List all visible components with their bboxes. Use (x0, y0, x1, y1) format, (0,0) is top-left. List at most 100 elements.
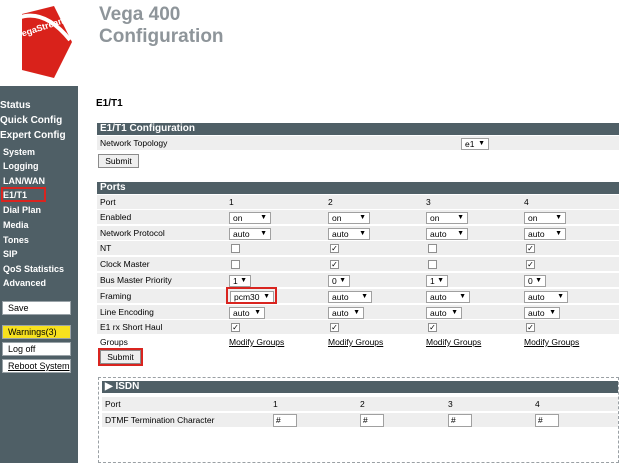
nt-checkbox-port-3[interactable] (428, 244, 437, 253)
dtmf-input-port-2[interactable]: # (360, 414, 384, 427)
ports-submit-button[interactable]: Submit (100, 350, 141, 364)
isdn-port-3-header: 3 (448, 399, 453, 409)
network-protocol-select-port-4[interactable]: auto ▼ (524, 228, 566, 240)
clock-master-checkbox-port-2[interactable]: ✓ (330, 260, 339, 269)
framing-select-port-3[interactable]: auto ▼ (426, 291, 470, 303)
network-protocol-select-port-1[interactable]: auto ▼ (229, 228, 271, 240)
network-protocol-select-port-3[interactable]: auto ▼ (426, 228, 468, 240)
chevron-down-icon: ▼ (478, 140, 485, 147)
nt-checkbox-port-2[interactable]: ✓ (330, 244, 339, 253)
nav-qos-statistics[interactable]: QoS Statistics (3, 264, 64, 274)
clock-master-checkbox-port-3[interactable] (428, 260, 437, 269)
enabled-select-port-2[interactable]: on ▼ (328, 212, 370, 224)
nav-expert-config[interactable]: Expert Config (0, 130, 66, 141)
modify-groups-link-port-3[interactable]: Modify Groups (426, 335, 481, 350)
nav-media[interactable]: Media (3, 220, 29, 230)
nav-quick-config[interactable]: Quick Config (0, 115, 62, 126)
page-title: E1/T1 (96, 98, 123, 109)
framing-select-port-4[interactable]: auto ▼ (524, 291, 568, 303)
nt-label: NT (100, 243, 112, 253)
nav-logging[interactable]: Logging (3, 161, 39, 171)
config-submit-button[interactable]: Submit (98, 154, 139, 168)
bus-master-priority-select-port-4[interactable]: 0 ▼ (524, 275, 546, 287)
short-haul-checkbox-port-4[interactable]: ✓ (526, 323, 535, 332)
bus-master-priority-label: Bus Master Priority (100, 275, 172, 285)
nav-e1t1[interactable]: E1/T1 (3, 190, 27, 200)
chevron-down-icon: ▼ (339, 277, 346, 284)
nt-checkbox-port-1[interactable] (231, 244, 240, 253)
chevron-down-icon: ▼ (260, 230, 267, 237)
isdn-port-2-header: 2 (360, 399, 365, 409)
nav-system[interactable]: System (3, 147, 35, 157)
network-protocol-label: Network Protocol (100, 228, 165, 238)
bus-master-priority-select-port-1[interactable]: 1 ▼ (229, 275, 251, 287)
save-button[interactable]: Save (2, 301, 71, 315)
dtmf-input-port-3[interactable]: # (448, 414, 472, 427)
enabled-select-port-1[interactable]: on ▼ (229, 212, 271, 224)
short-haul-checkbox-port-1[interactable]: ✓ (231, 323, 240, 332)
chevron-down-icon: ▼ (555, 214, 562, 221)
clock-master-checkbox-port-1[interactable] (231, 260, 240, 269)
framing-select-port-2[interactable]: auto ▼ (328, 291, 372, 303)
isdn-port-1-header: 1 (273, 399, 278, 409)
header: VegaStream Vega 400 Configuration (0, 0, 623, 86)
warnings-button[interactable]: Warnings(3) (2, 325, 71, 339)
bus-master-priority-row: Bus Master Priority 1 ▼ 0 ▼ 1 ▼ 0 ▼ (97, 273, 619, 288)
chevron-down-icon: ▼ (437, 277, 444, 284)
framing-highlight (226, 287, 277, 304)
isdn-port-4-header: 4 (535, 399, 540, 409)
app-title: Vega 400 Configuration (99, 4, 224, 48)
nav-status[interactable]: Status (0, 100, 31, 111)
dtmf-input-port-1[interactable]: # (273, 414, 297, 427)
line-encoding-select-port-3[interactable]: auto ▼ (426, 307, 462, 319)
select-value: auto (430, 292, 447, 302)
chevron-down-icon: ▼ (457, 230, 464, 237)
e1-short-haul-label: E1 rx Short Haul (100, 322, 163, 332)
network-topology-select[interactable]: e1 ▼ (461, 138, 489, 150)
isdn-port-row: Port 1 2 3 4 (102, 397, 618, 412)
port-4-header: 4 (524, 197, 529, 207)
app-title-line2: Configuration (99, 26, 224, 47)
chevron-down-icon: ▼ (254, 309, 261, 316)
enabled-row: Enabled on ▼ on ▼ on ▼ on ▼ (97, 210, 619, 225)
dtmf-input-port-4[interactable]: # (535, 414, 559, 427)
nav-sip[interactable]: SIP (3, 249, 18, 259)
modify-groups-link-port-2[interactable]: Modify Groups (328, 335, 383, 350)
chevron-down-icon: ▼ (353, 309, 360, 316)
port-2-header: 2 (328, 197, 333, 207)
nt-checkbox-port-4[interactable]: ✓ (526, 244, 535, 253)
reboot-system-button[interactable]: Reboot System (2, 359, 71, 373)
short-haul-checkbox-port-3[interactable]: ✓ (428, 323, 437, 332)
bus-master-priority-select-port-2[interactable]: 0 ▼ (328, 275, 350, 287)
ports-header: Ports (97, 182, 619, 194)
network-topology-label: Network Topology (100, 138, 168, 148)
enabled-select-port-4[interactable]: on ▼ (524, 212, 566, 224)
enabled-select-port-3[interactable]: on ▼ (426, 212, 468, 224)
chevron-down-icon: ▼ (359, 230, 366, 237)
modify-groups-link-port-4[interactable]: Modify Groups (524, 335, 579, 350)
network-protocol-select-port-2[interactable]: auto ▼ (328, 228, 370, 240)
vegastream-logo: VegaStream (15, 6, 72, 78)
nav-dial-plan[interactable]: Dial Plan (3, 205, 41, 215)
line-encoding-select-port-2[interactable]: auto ▼ (328, 307, 364, 319)
short-haul-checkbox-port-2[interactable]: ✓ (330, 323, 339, 332)
nav-tones[interactable]: Tones (3, 235, 29, 245)
line-encoding-select-port-1[interactable]: auto ▼ (229, 307, 265, 319)
isdn-header[interactable]: ▶ ISDN (102, 381, 618, 393)
modify-groups-link-port-1[interactable]: Modify Groups (229, 335, 284, 350)
groups-row: Groups Modify Groups Modify Groups Modif… (97, 335, 619, 350)
clock-master-checkbox-port-4[interactable]: ✓ (526, 260, 535, 269)
nav-advanced[interactable]: Advanced (3, 278, 46, 288)
line-encoding-select-port-4[interactable]: auto ▼ (524, 307, 560, 319)
nav-lan-wan[interactable]: LAN/WAN (3, 176, 45, 186)
log-off-button[interactable]: Log off (2, 342, 71, 356)
bus-master-priority-select-port-3[interactable]: 1 ▼ (426, 275, 448, 287)
chevron-down-icon: ▼ (555, 230, 562, 237)
chevron-down-icon: ▼ (361, 293, 368, 300)
select-value: auto (528, 292, 545, 302)
port-number-row: Port 1 2 3 4 (97, 195, 619, 210)
main-content: E1/T1 E1/T1 Configuration Network Topolo… (96, 86, 623, 463)
chevron-down-icon: ▼ (359, 214, 366, 221)
chevron-down-icon: ▼ (451, 309, 458, 316)
select-value: on (528, 213, 538, 223)
